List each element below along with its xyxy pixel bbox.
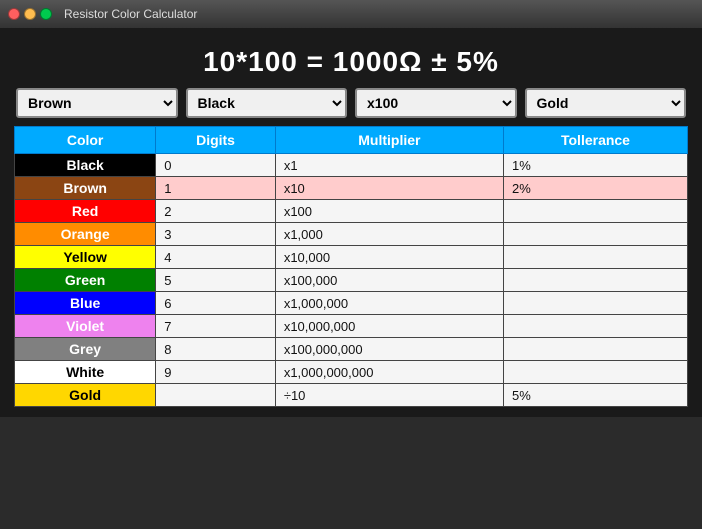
digit-cell: 3 (156, 223, 276, 246)
close-button[interactable] (8, 8, 20, 20)
tolerance-cell (503, 292, 687, 315)
color-cell: Grey (15, 338, 156, 361)
color-cell: Green (15, 269, 156, 292)
title-bar: Resistor Color Calculator (0, 0, 702, 28)
color-cell: Yellow (15, 246, 156, 269)
multiplier-cell: x10,000 (275, 246, 503, 269)
col-tolerance: Tollerance (503, 127, 687, 154)
window-controls (8, 8, 52, 20)
table-row: Brown1x102% (15, 177, 688, 200)
tolerance-cell (503, 200, 687, 223)
multiplier-cell: x1,000,000,000 (275, 361, 503, 384)
table-row: White9x1,000,000,000 (15, 361, 688, 384)
table-row: Grey8x100,000,000 (15, 338, 688, 361)
tolerance-cell (503, 269, 687, 292)
tolerance-cell (503, 223, 687, 246)
multiplier-cell: x100 (275, 200, 503, 223)
multiplier-cell: x10 (275, 177, 503, 200)
band1-select[interactable]: BlackBrownRedOrangeYellowGreenBlueViolet… (16, 88, 178, 118)
tolerance-cell: 1% (503, 154, 687, 177)
band2-select[interactable]: BlackBrownRedOrangeYellowGreenBlueViolet… (186, 88, 348, 118)
table-row: Yellow4x10,000 (15, 246, 688, 269)
color-cell: Red (15, 200, 156, 223)
digit-cell (156, 384, 276, 407)
digit-cell: 6 (156, 292, 276, 315)
table-row: Violet7x10,000,000 (15, 315, 688, 338)
digit-cell: 4 (156, 246, 276, 269)
digit-cell: 8 (156, 338, 276, 361)
multiplier-cell: x1 (275, 154, 503, 177)
band1-wrapper: BlackBrownRedOrangeYellowGreenBlueViolet… (16, 88, 178, 118)
tolerance-cell (503, 246, 687, 269)
multiplier-cell: x1,000,000 (275, 292, 503, 315)
main-content: 10*100 = 1000Ω ± 5% BlackBrownRedOrangeY… (0, 28, 702, 417)
color-cell: Black (15, 154, 156, 177)
col-color: Color (15, 127, 156, 154)
table-row: Green5x100,000 (15, 269, 688, 292)
tolerance-cell: 2% (503, 177, 687, 200)
digit-cell: 7 (156, 315, 276, 338)
minimize-button[interactable] (24, 8, 36, 20)
tolerance-cell: 5% (503, 384, 687, 407)
color-cell: Blue (15, 292, 156, 315)
multiplier-select[interactable]: x1x10x100x1,000x10,000x100,000x1,000,000… (355, 88, 517, 118)
multiplier-cell: ÷10 (275, 384, 503, 407)
window-title: Resistor Color Calculator (64, 7, 197, 21)
digit-cell: 5 (156, 269, 276, 292)
digit-cell: 1 (156, 177, 276, 200)
color-cell: Gold (15, 384, 156, 407)
col-digits: Digits (156, 127, 276, 154)
tolerance-select[interactable]: GoldSilverNoneBrownRedGreenBlueVioletGre… (525, 88, 687, 118)
band2-wrapper: BlackBrownRedOrangeYellowGreenBlueViolet… (186, 88, 348, 118)
tolerance-cell (503, 338, 687, 361)
color-cell: White (15, 361, 156, 384)
digit-cell: 0 (156, 154, 276, 177)
multiplier-cell: x100,000 (275, 269, 503, 292)
maximize-button[interactable] (40, 8, 52, 20)
table-row: Blue6x1,000,000 (15, 292, 688, 315)
color-cell: Orange (15, 223, 156, 246)
tolerance-cell (503, 361, 687, 384)
digit-cell: 9 (156, 361, 276, 384)
result-display: 10*100 = 1000Ω ± 5% (14, 38, 688, 88)
multiplier-cell: x1,000 (275, 223, 503, 246)
tolerance-wrapper: GoldSilverNoneBrownRedGreenBlueVioletGre… (525, 88, 687, 118)
table-body: Black0x11%Brown1x102%Red2x100Orange3x1,0… (15, 154, 688, 407)
table-header-row: Color Digits Multiplier Tollerance (15, 127, 688, 154)
table-row: Gold ÷105% (15, 384, 688, 407)
color-table: Color Digits Multiplier Tollerance Black… (14, 126, 688, 407)
color-cell: Brown (15, 177, 156, 200)
dropdowns-row: BlackBrownRedOrangeYellowGreenBlueViolet… (14, 88, 688, 118)
tolerance-cell (503, 315, 687, 338)
multiplier-cell: x100,000,000 (275, 338, 503, 361)
col-multiplier: Multiplier (275, 127, 503, 154)
table-row: Orange3x1,000 (15, 223, 688, 246)
table-row: Red2x100 (15, 200, 688, 223)
multiplier-wrapper: x1x10x100x1,000x10,000x100,000x1,000,000… (355, 88, 517, 118)
multiplier-cell: x10,000,000 (275, 315, 503, 338)
digit-cell: 2 (156, 200, 276, 223)
color-cell: Violet (15, 315, 156, 338)
table-row: Black0x11% (15, 154, 688, 177)
